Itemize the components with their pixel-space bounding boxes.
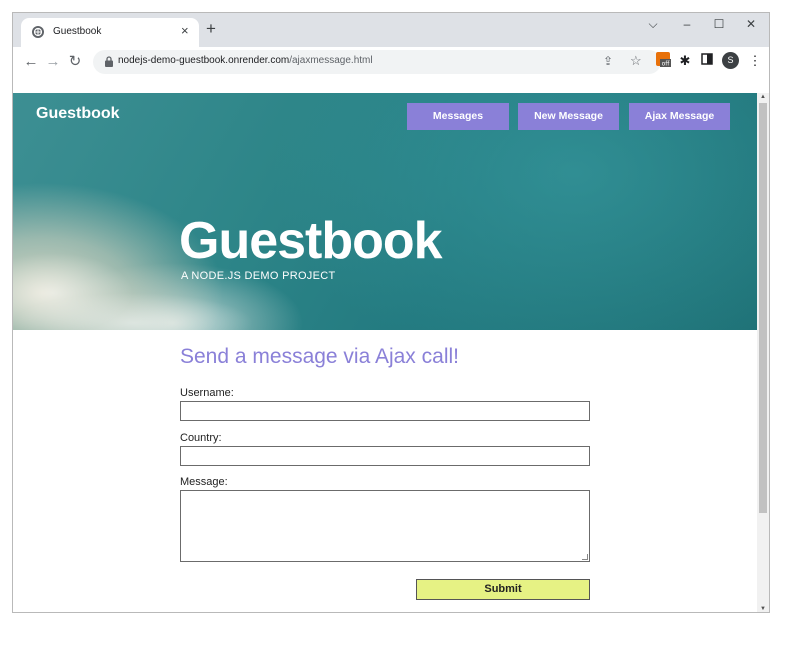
share-icon[interactable]: ⇪ [603, 54, 613, 68]
minimize-icon[interactable]: – [675, 17, 699, 31]
bookmark-star-icon[interactable]: ☆ [630, 53, 642, 69]
lock-icon [105, 56, 113, 67]
globe-icon [32, 26, 44, 38]
address-bar[interactable]: nodejs-demo-guestbook.onrender.com/ajaxm… [93, 50, 661, 74]
nav-messages[interactable]: Messages [407, 103, 509, 130]
hero-title: Guestbook [179, 212, 443, 270]
extension-off-icon[interactable]: off [653, 51, 673, 71]
tab-search-icon[interactable]: ⌵ [641, 17, 665, 32]
message-textarea[interactable] [180, 490, 590, 562]
tab-guestbook[interactable]: Guestbook × [21, 18, 199, 47]
site-brand[interactable]: Guestbook [36, 105, 120, 123]
url-host: nodejs-demo-guestbook.onrender.com [118, 55, 290, 66]
scrollbar-thumb[interactable] [759, 103, 767, 513]
scroll-down-icon[interactable]: ▼ [757, 606, 769, 612]
menu-kebab-icon[interactable]: ⋮ [745, 51, 765, 71]
tab-close-icon[interactable]: × [181, 23, 189, 39]
maximize-icon[interactable]: ☐ [707, 17, 731, 31]
profile-avatar[interactable]: S [722, 52, 739, 69]
browser-window: Guestbook × + ⌵ – ☐ ✕ ← → ↻ nodejs-demo-… [12, 12, 770, 613]
country-label: Country: [180, 432, 222, 444]
url-path: /ajaxmessage.html [289, 55, 373, 66]
reload-icon[interactable]: ↻ [65, 52, 85, 72]
hero-banner: Guestbook Messages New Message Ajax Mess… [13, 93, 757, 330]
resize-grip-icon[interactable] [582, 554, 588, 560]
nav-ajax-message[interactable]: Ajax Message [629, 103, 730, 130]
page-content: Guestbook Messages New Message Ajax Mess… [13, 93, 757, 612]
tab-strip: Guestbook × + ⌵ – ☐ ✕ [13, 13, 769, 47]
side-panel-icon[interactable] [697, 51, 717, 71]
extension-badge-text: off [662, 61, 671, 68]
new-tab-button[interactable]: + [201, 19, 221, 39]
back-icon[interactable]: ← [21, 52, 41, 72]
nav-new-message[interactable]: New Message [518, 103, 619, 130]
url-text: nodejs-demo-guestbook.onrender.com/ajaxm… [118, 55, 373, 66]
page-scrollbar[interactable]: ▲ ▼ [757, 93, 769, 612]
browser-toolbar: ← → ↻ nodejs-demo-guestbook.onrender.com… [13, 47, 769, 93]
extensions-puzzle-icon[interactable]: ✱ [675, 51, 695, 71]
country-input[interactable] [180, 446, 590, 466]
username-input[interactable] [180, 401, 590, 421]
form-title: Send a message via Ajax call! [180, 345, 459, 368]
side-panel-glyph [701, 53, 713, 65]
message-label: Message: [180, 476, 228, 488]
tab-title: Guestbook [53, 26, 102, 37]
hero-subtitle: A NODE.JS DEMO PROJECT [181, 270, 336, 282]
extension-badge-icon: off [656, 52, 671, 68]
username-label: Username: [180, 387, 234, 399]
close-window-icon[interactable]: ✕ [739, 17, 763, 31]
forward-icon[interactable]: → [43, 52, 63, 72]
scroll-up-icon[interactable]: ▲ [757, 94, 769, 100]
submit-button[interactable]: Submit [416, 579, 590, 600]
